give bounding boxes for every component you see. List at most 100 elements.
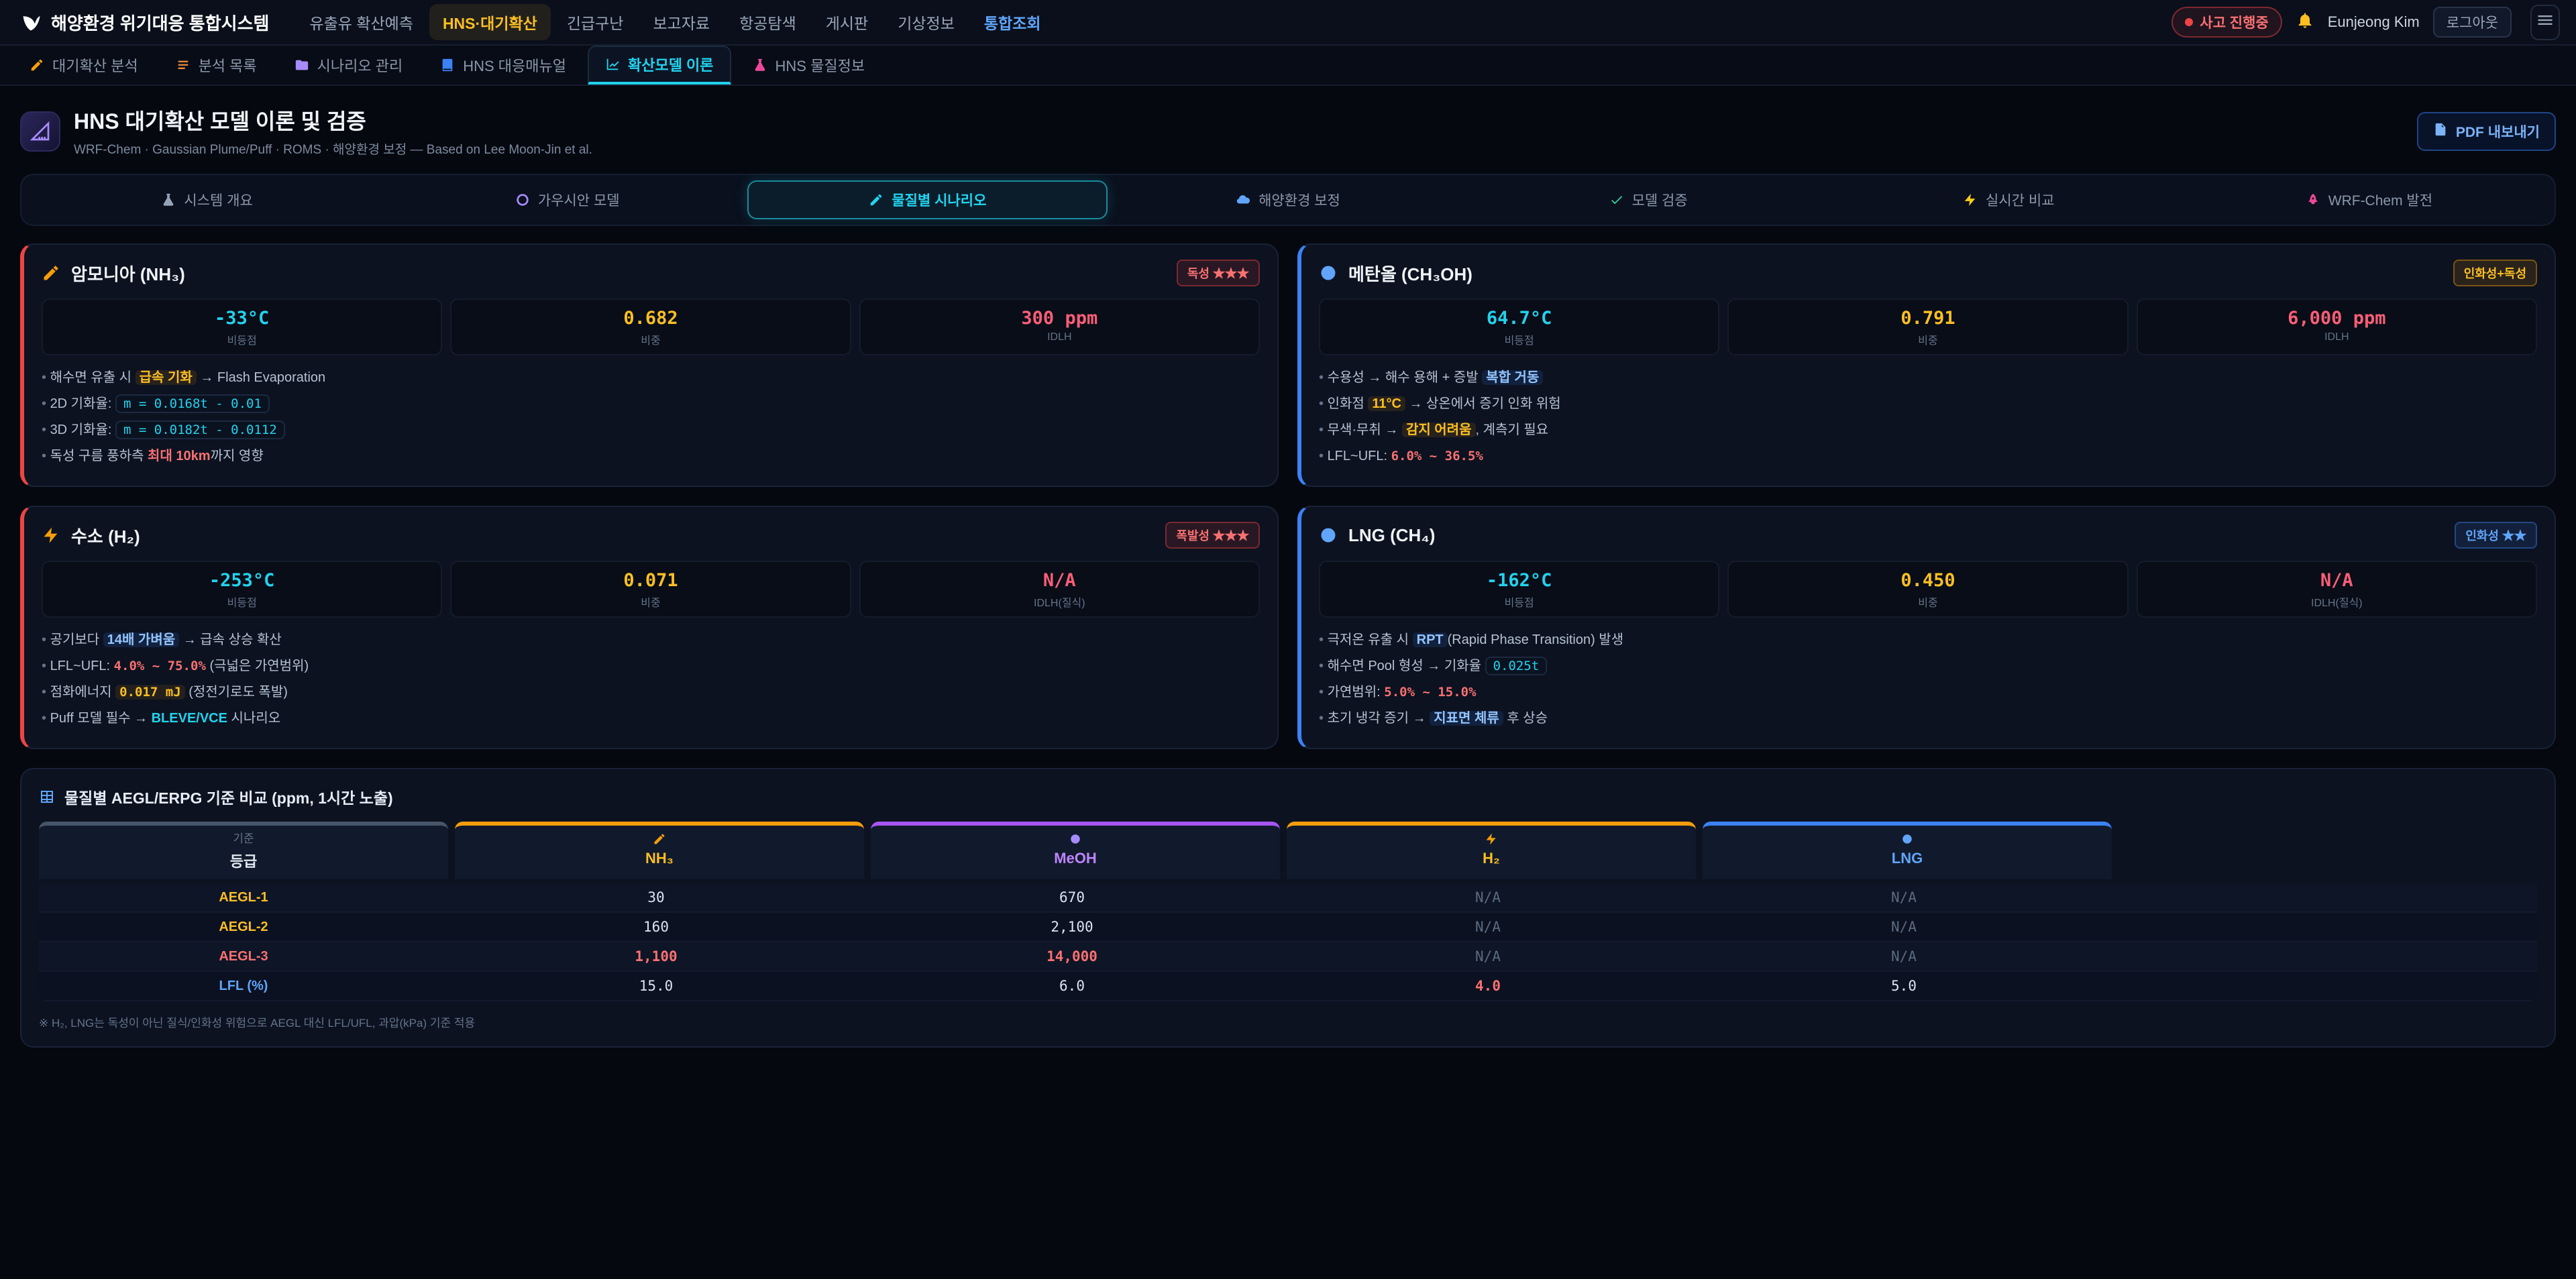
bullet: 점화에너지 0.017 mJ (정전기로도 폭발) — [42, 682, 1260, 702]
pencil-icon — [455, 831, 864, 847]
system-overview-icon — [161, 192, 176, 207]
pill-gaussian-model[interactable]: 가우시안 모델 — [387, 180, 747, 219]
tab-analysis-list[interactable]: 분석 목록 — [160, 46, 273, 85]
pill-system-overview[interactable]: 시스템 개요 — [27, 180, 387, 219]
column-header-grade: 기준 등급 — [39, 822, 448, 879]
circle-icon — [1703, 831, 2112, 847]
brand[interactable]: 해양환경 위기대응 통합시스템 — [16, 10, 274, 35]
card-title: 수소 (H₂) — [71, 523, 140, 548]
stat-idlh: 300 ppmIDLH — [859, 298, 1260, 355]
chart-icon — [605, 57, 620, 72]
hazard-badge: 독성 ★★★ — [1177, 260, 1260, 286]
nav-item-reports[interactable]: 보고자료 — [639, 4, 723, 40]
stat-row: -33°C비등점 0.682비중 300 ppmIDLH — [42, 298, 1260, 355]
stat-row: 64.7°C비등점 0.791비중 6,000 ppmIDLH — [1319, 298, 2537, 355]
tab-hns-manual[interactable]: HNS 대응매뉴얼 — [424, 46, 582, 85]
table-header: 기준 등급 NH₃ MeOH H₂ LNG — [39, 822, 2537, 879]
bell-icon — [2296, 10, 2314, 35]
stat-specific-gravity: 0.071비중 — [450, 561, 851, 618]
stat-idlh: 6,000 ppmIDLH — [2137, 298, 2537, 355]
app-root: 해양환경 위기대응 통합시스템 유출유 확산예측 HNS·대기확산 긴급구난 보… — [0, 0, 2576, 1278]
page-content: HNS 대기확산 모델 이론 및 검증 WRF-Chem · Gaussian … — [0, 86, 2576, 1080]
table-row-aegl2: AEGL-2 160 2,100 N/A N/A — [39, 913, 2537, 942]
bullet: 해수면 Pool 형성 → 기화율 0.025t — [1319, 656, 2537, 676]
bullet-list: 해수면 유출 시 급속 기화 → Flash Evaporation 2D 기화… — [42, 368, 1260, 466]
nav-item-hns-diffusion[interactable]: HNS·대기확산 — [429, 4, 551, 40]
card-lng: LNG (CH₄) 인화성 ★★ -162°C비등점 0.450비중 N/AID… — [1297, 506, 2556, 749]
table-title: 물질별 AEGL/ERPG 기준 비교 (ppm, 1시간 노출) — [64, 785, 393, 808]
table-row-aegl1: AEGL-1 30 670 N/A N/A — [39, 883, 2537, 913]
tab-scenario-management[interactable]: 시나리오 관리 — [278, 46, 419, 85]
stat-boiling-point: -253°C비등점 — [42, 561, 442, 618]
pill-marine-correction[interactable]: 해양환경 보정 — [1108, 180, 1468, 219]
nav-item-integrated-search[interactable]: 통합조회 — [971, 4, 1055, 40]
table-footnote: ※ H₂, LNG는 독성이 아닌 질식/인화성 위험으로 AEGL 대신 LF… — [39, 1013, 2537, 1030]
hazard-badge: 인화성 ★★ — [2455, 522, 2537, 549]
hamburger-menu-button[interactable] — [2530, 5, 2560, 40]
section-tabbar: 대기확산 분석 분석 목록 시나리오 관리 HNS 대응매뉴얼 확산모델 이론 … — [0, 46, 2576, 86]
pdf-export-button[interactable]: PDF 내보내기 — [2417, 112, 2556, 151]
bullet: 해수면 유출 시 급속 기화 → Flash Evaporation — [42, 368, 1260, 388]
pencil-icon — [30, 58, 44, 72]
incident-dot-icon — [2185, 18, 2193, 26]
table-row-lfl: LFL (%) 15.0 6.0 4.0 5.0 — [39, 972, 2537, 1001]
nav-item-emergency-rescue[interactable]: 긴급구난 — [553, 4, 637, 40]
page-header: HNS 대기확산 모델 이론 및 검증 WRF-Chem · Gaussian … — [20, 105, 2556, 158]
bullet: 극저온 유출 시 RPT(Rapid Phase Transition) 발생 — [1319, 630, 2537, 650]
hamburger-icon — [2536, 10, 2555, 35]
book-icon — [440, 58, 455, 72]
tab-diffusion-analysis[interactable]: 대기확산 분석 — [13, 46, 154, 85]
bullet: 수용성 → 해수 용해 + 증발 복합 거동 — [1319, 368, 2537, 388]
gaussian-ring-icon — [515, 192, 530, 207]
notifications-button[interactable] — [2296, 10, 2314, 35]
bullet: 초기 냉각 증기 → 지표면 체류 후 상승 — [1319, 708, 2537, 728]
bullet-list: 수용성 → 해수 용해 + 증발 복합 거동 인화점 11°C → 상온에서 증… — [1319, 368, 2537, 466]
column-header-meoh: MeOH — [871, 822, 1280, 879]
bullet: LFL~UFL: 4.0% ~ 75.0% (극넓은 가연범위) — [42, 656, 1260, 676]
list-icon — [176, 58, 191, 72]
tab-model-theory[interactable]: 확산모델 이론 — [588, 46, 731, 85]
nav-item-oil-spill[interactable]: 유출유 확산예측 — [296, 4, 427, 40]
bullet: 공기보다 14배 가벼움 → 급속 상승 확산 — [42, 630, 1260, 650]
aegl-comparison-section: 물질별 AEGL/ERPG 기준 비교 (ppm, 1시간 노출) 기준 등급 … — [20, 768, 2556, 1048]
pill-substance-scenarios[interactable]: 물질별 시나리오 — [747, 180, 1108, 219]
table-icon — [39, 789, 55, 805]
card-title: 암모니아 (NH₃) — [71, 261, 185, 286]
main-nav: 유출유 확산예측 HNS·대기확산 긴급구난 보고자료 항공탐색 게시판 기상정… — [296, 4, 2171, 40]
logout-button[interactable]: 로그아웃 — [2433, 7, 2512, 38]
check-icon — [1609, 192, 1624, 207]
stat-boiling-point: 64.7°C비등점 — [1319, 298, 1719, 355]
bullet: LFL~UFL: 6.0% ~ 36.5% — [1319, 446, 2537, 466]
nav-item-weather[interactable]: 기상정보 — [884, 4, 968, 40]
card-title: 메탄올 (CH₃OH) — [1348, 261, 1472, 286]
nav-item-board[interactable]: 게시판 — [812, 4, 881, 40]
bullet-list: 극저온 유출 시 RPT(Rapid Phase Transition) 발생 … — [1319, 630, 2537, 728]
nav-item-aerial-search[interactable]: 항공탐색 — [726, 4, 810, 40]
stat-boiling-point: -162°C비등점 — [1319, 561, 1719, 618]
folder-icon — [294, 58, 309, 72]
bullet-list: 공기보다 14배 가벼움 → 급속 상승 확산 LFL~UFL: 4.0% ~ … — [42, 630, 1260, 728]
bullet: 2D 기화율: m = 0.0168t - 0.01 — [42, 394, 1260, 414]
ammonia-pencil-icon — [42, 264, 60, 282]
table-row-aegl3: AEGL-3 1,100 14,000 N/A N/A — [39, 942, 2537, 972]
pill-realtime-comparison[interactable]: 실시간 비교 — [1829, 180, 2189, 219]
pill-wrf-chem[interactable]: WRF-Chem 발전 — [2189, 180, 2549, 219]
stat-idlh: N/AIDLH(질식) — [859, 561, 1260, 618]
card-hydrogen: 수소 (H₂) 폭발성 ★★★ -253°C비등점 0.071비중 N/AIDL… — [20, 506, 1279, 749]
page-title-block: HNS 대기확산 모델 이론 및 검증 WRF-Chem · Gaussian … — [74, 105, 592, 158]
bullet: 가연범위: 5.0% ~ 15.0% — [1319, 682, 2537, 702]
stat-specific-gravity: 0.450비중 — [1727, 561, 2128, 618]
navbar-right: 사고 진행중 Eunjeong Kim 로그아웃 — [2171, 5, 2560, 40]
bullet: Puff 모델 필수 → BLEVE/VCE 시나리오 — [42, 708, 1260, 728]
bullet: 3D 기화율: m = 0.0182t - 0.0112 — [42, 420, 1260, 440]
bolt-icon — [1963, 192, 1978, 207]
pill-model-validation[interactable]: 모델 검증 — [1468, 180, 1829, 219]
tab-hns-substance-info[interactable]: HNS 물질정보 — [737, 46, 881, 85]
rocket-icon — [2306, 192, 2320, 207]
column-header-nh3: NH₃ — [455, 822, 864, 879]
stat-idlh: N/AIDLH(질식) — [2137, 561, 2537, 618]
hazard-badge: 인화성+독성 — [2453, 260, 2537, 286]
table-body: AEGL-1 30 670 N/A N/A AEGL-2 160 2,100 N… — [39, 883, 2537, 1001]
stat-row: -253°C비등점 0.071비중 N/AIDLH(질식) — [42, 561, 1260, 618]
bullet: 독성 구름 풍하측 최대 10km까지 영향 — [42, 446, 1260, 466]
